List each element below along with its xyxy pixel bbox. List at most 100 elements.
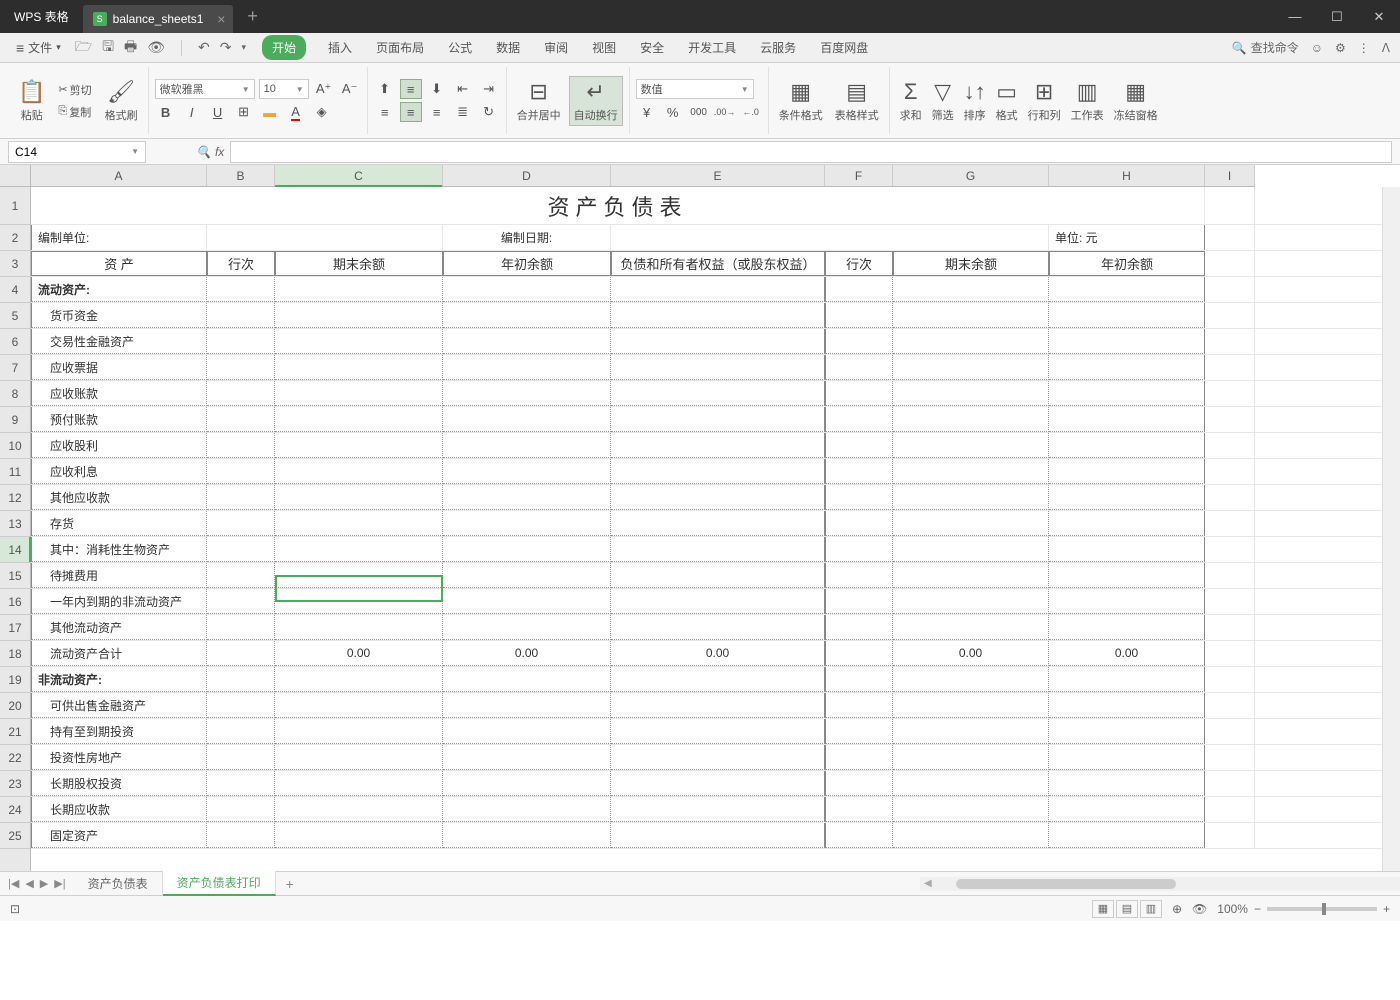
cell[interactable] xyxy=(275,303,443,328)
cell[interactable] xyxy=(1049,303,1205,328)
cell[interactable]: 一年内到期的非流动资产 xyxy=(31,589,207,614)
cond-format-button[interactable]: ▦条件格式 xyxy=(775,77,827,125)
select-all-corner[interactable] xyxy=(0,165,31,187)
cell[interactable] xyxy=(893,719,1049,744)
cell[interactable]: 存货 xyxy=(31,511,207,536)
cell[interactable] xyxy=(207,589,275,614)
cell[interactable] xyxy=(443,433,611,458)
file-menu[interactable]: ≡文件▾ xyxy=(10,37,67,58)
col-header-G[interactable]: G xyxy=(893,165,1049,186)
cell[interactable] xyxy=(1205,667,1255,692)
next-sheet-icon[interactable]: ▶ xyxy=(38,877,50,890)
cell[interactable] xyxy=(1205,511,1255,536)
cell[interactable] xyxy=(1205,615,1255,640)
row-header-22[interactable]: 22 xyxy=(0,745,30,771)
cell[interactable] xyxy=(825,459,893,484)
cell[interactable] xyxy=(825,693,893,718)
cell[interactable] xyxy=(1205,303,1255,328)
row-header-23[interactable]: 23 xyxy=(0,771,30,797)
tab-home[interactable]: 开始 xyxy=(262,35,306,60)
search-command[interactable]: 🔍查找命令 xyxy=(1232,39,1299,56)
cell[interactable]: 期末余额 xyxy=(893,251,1049,276)
print-icon[interactable]: 🖶 xyxy=(124,36,137,60)
row-header-9[interactable]: 9 xyxy=(0,407,30,433)
tab-baidu[interactable]: 百度网盘 xyxy=(818,35,870,60)
cell[interactable] xyxy=(275,329,443,354)
reading-mode-icon[interactable]: ⊕ xyxy=(1172,902,1182,916)
normal-view-button[interactable]: ▦ xyxy=(1092,900,1114,918)
cell[interactable] xyxy=(1049,823,1205,848)
gear-icon[interactable]: ⚙ xyxy=(1335,41,1346,55)
cell[interactable] xyxy=(825,355,893,380)
cell[interactable] xyxy=(207,407,275,432)
search-icon[interactable]: 🔍 xyxy=(196,145,211,159)
wrap-button[interactable]: ↵自动换行 xyxy=(569,76,623,126)
cell[interactable] xyxy=(207,329,275,354)
cell[interactable]: 期末余额 xyxy=(275,251,443,276)
cell[interactable]: 单位: 元 xyxy=(1049,225,1205,250)
cell[interactable] xyxy=(893,797,1049,822)
copy-button[interactable]: ⎘复制 xyxy=(55,103,94,121)
row-header-25[interactable]: 25 xyxy=(0,823,30,849)
tab-dev[interactable]: 开发工具 xyxy=(686,35,738,60)
sum-button[interactable]: Σ求和 xyxy=(896,77,926,125)
cell[interactable] xyxy=(893,615,1049,640)
indent-decrease-button[interactable]: ⇤ xyxy=(452,79,474,99)
cell[interactable] xyxy=(825,745,893,770)
cell[interactable] xyxy=(443,329,611,354)
row-header-15[interactable]: 15 xyxy=(0,563,30,589)
number-format-select[interactable]: 数值▼ xyxy=(636,79,754,99)
format-button[interactable]: ▭格式 xyxy=(992,77,1022,125)
close-icon[interactable]: × xyxy=(217,11,225,27)
add-sheet-button[interactable]: + xyxy=(276,876,304,892)
cell[interactable] xyxy=(611,823,825,848)
cell[interactable]: 年初余额 xyxy=(1049,251,1205,276)
cell[interactable] xyxy=(611,511,825,536)
zoom-out-button[interactable]: − xyxy=(1254,902,1261,916)
paste-button[interactable]: 📋粘贴 xyxy=(14,77,49,125)
cell[interactable] xyxy=(275,485,443,510)
cell[interactable] xyxy=(1205,251,1255,276)
row-header-4[interactable]: 4 xyxy=(0,277,30,303)
page-view-button[interactable]: ▤ xyxy=(1116,900,1138,918)
cell[interactable] xyxy=(611,407,825,432)
cell[interactable] xyxy=(275,537,443,562)
cell[interactable]: 长期股权投资 xyxy=(31,771,207,796)
zoom-in-button[interactable]: + xyxy=(1383,902,1390,916)
merge-button[interactable]: ⊟合并居中 xyxy=(513,76,565,126)
cell[interactable] xyxy=(443,407,611,432)
cell[interactable] xyxy=(275,797,443,822)
cell[interactable]: 固定资产 xyxy=(31,823,207,848)
horizontal-scrollbar[interactable]: ◀ xyxy=(920,877,1400,891)
cell[interactable] xyxy=(207,537,275,562)
collapse-ribbon-icon[interactable]: ᐱ xyxy=(1382,41,1390,55)
cell[interactable] xyxy=(275,693,443,718)
cell[interactable] xyxy=(1049,277,1205,302)
cell[interactable] xyxy=(893,511,1049,536)
cell[interactable] xyxy=(611,459,825,484)
cell[interactable] xyxy=(443,459,611,484)
cell[interactable]: 资 产 xyxy=(31,251,207,276)
decrease-font-button[interactable]: A⁻ xyxy=(339,79,361,99)
cell[interactable] xyxy=(1049,563,1205,588)
cell[interactable] xyxy=(1049,537,1205,562)
row-header-18[interactable]: 18 xyxy=(0,641,30,667)
col-header-E[interactable]: E xyxy=(611,165,825,186)
cell[interactable] xyxy=(1205,719,1255,744)
cell[interactable] xyxy=(611,355,825,380)
increase-font-button[interactable]: A⁺ xyxy=(313,79,335,99)
cell[interactable] xyxy=(275,563,443,588)
cell[interactable]: 资产负债表 xyxy=(31,187,1205,224)
cell[interactable]: 交易性金融资产 xyxy=(31,329,207,354)
cell[interactable] xyxy=(207,355,275,380)
cell[interactable] xyxy=(1205,771,1255,796)
cut-button[interactable]: ✂剪切 xyxy=(55,81,94,99)
row-header-11[interactable]: 11 xyxy=(0,459,30,485)
cell[interactable] xyxy=(1049,745,1205,770)
formula-input[interactable] xyxy=(230,141,1392,163)
cell[interactable] xyxy=(443,823,611,848)
cell[interactable] xyxy=(611,667,825,692)
cell[interactable] xyxy=(825,563,893,588)
cell[interactable] xyxy=(207,563,275,588)
cell[interactable] xyxy=(1205,537,1255,562)
